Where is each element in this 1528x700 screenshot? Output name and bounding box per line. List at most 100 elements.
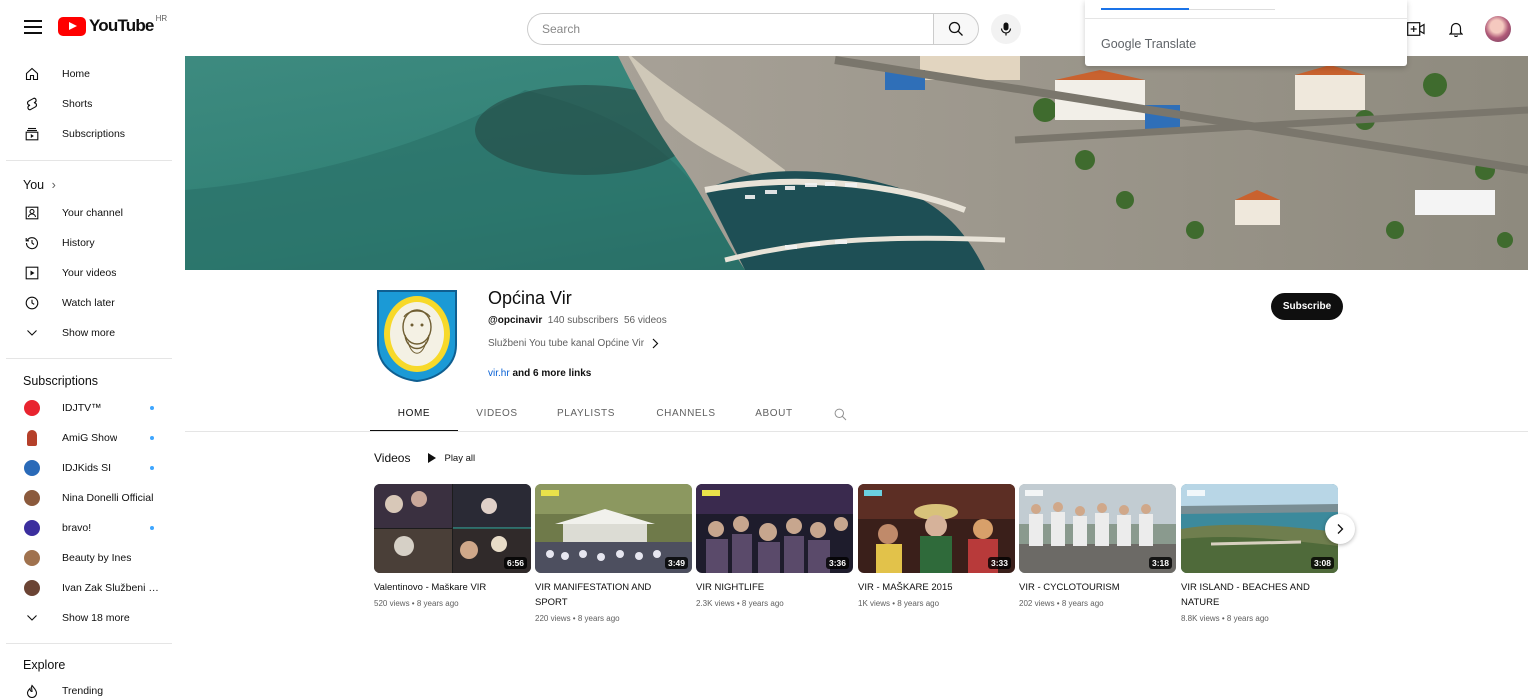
tab-about[interactable]: ABOUT [736, 400, 812, 432]
tab-home[interactable]: HOME [370, 400, 458, 432]
video-thumbnail[interactable]: 3:33 [858, 484, 1015, 573]
google-wordmark: Google [1101, 37, 1142, 51]
more-links-link[interactable]: and 6 more links [512, 368, 591, 379]
subscription-item[interactable]: IDJKids SI [12, 455, 172, 481]
video-title[interactable]: VIR NIGHTLIFE [696, 580, 846, 595]
sidebar-item-your-channel[interactable]: Your channel [12, 200, 172, 226]
sidebar-item-label: Show 18 more [62, 612, 130, 624]
video-card[interactable]: 3:49 VIR MANIFESTATION AND SPORT 220 vie… [535, 484, 692, 623]
video-count: 56 videos [623, 315, 667, 326]
sidebar-item-trending[interactable]: Trending [12, 678, 172, 700]
subscription-item[interactable]: Beauty by Ines [12, 545, 172, 571]
subscription-item[interactable]: Nina Donelli Official [12, 485, 172, 511]
channel-avatar[interactable] [374, 287, 460, 383]
video-card[interactable]: 3:18 VIR - CYCLOTOURISM 202 views • 8 ye… [1019, 484, 1176, 608]
search-input[interactable] [527, 13, 933, 45]
tab-playlists[interactable]: PLAYLISTS [536, 400, 636, 432]
channel-avatar-idjkids [24, 460, 40, 476]
you-section-title[interactable]: You › [23, 178, 56, 192]
subscribe-button[interactable]: Subscribe [1271, 293, 1343, 320]
translate-divider [1085, 18, 1407, 19]
sidebar-divider [6, 358, 172, 359]
channel-website-link[interactable]: vir.hr [488, 368, 510, 379]
video-card[interactable]: 6:56 Valentinovo - Maškare VIR 520 views… [374, 484, 531, 608]
history-icon [24, 235, 40, 251]
logo-text: YouTube [89, 16, 154, 35]
new-content-dot [150, 466, 154, 470]
sidebar-item-shorts[interactable]: Shorts [12, 91, 172, 117]
video-title[interactable]: VIR - MAŠKARE 2015 [858, 580, 1008, 595]
video-duration: 3:18 [1148, 557, 1172, 569]
video-card[interactable]: 3:33 VIR - MAŠKARE 2015 1K views • 8 yea… [858, 484, 1015, 608]
video-title[interactable]: VIR MANIFESTATION AND SPORT [535, 580, 685, 610]
create-video-icon [1407, 22, 1425, 36]
video-title[interactable]: VIR - CYCLOTOURISM [1019, 580, 1169, 595]
account-avatar[interactable] [1485, 16, 1511, 42]
channel-name: Općina Vir [488, 288, 572, 308]
video-card[interactable]: 3:36 VIR NIGHTLIFE 2.3K views • 8 years … [696, 484, 853, 608]
notifications-button[interactable] [1445, 18, 1467, 40]
chevron-right-icon [1337, 524, 1344, 534]
menu-icon[interactable] [24, 20, 42, 34]
sidebar-item-label: Trending [62, 685, 104, 697]
video-title[interactable]: Valentinovo - Maškare VIR [374, 580, 524, 595]
create-button[interactable] [1405, 18, 1427, 40]
sidebar-item-label: Your channel [62, 207, 123, 219]
subscription-item[interactable]: bravo! [12, 515, 172, 541]
sidebar-item-label: Subscriptions [62, 128, 126, 140]
sidebar-item-label: Your videos [62, 267, 117, 279]
tab-search[interactable] [812, 400, 868, 432]
channel-description[interactable]: Službeni You tube kanal Općine Vir [488, 338, 659, 349]
subscription-item[interactable]: AmiG Show [12, 425, 172, 451]
video-thumbnail[interactable]: 3:49 [535, 484, 692, 573]
sidebar-item-subscriptions[interactable]: Subscriptions [12, 121, 172, 147]
sidebar-item-show-more-subscriptions[interactable]: Show 18 more [12, 605, 172, 631]
video-card[interactable]: 3:08 VIR ISLAND - BEACHES AND NATURE 8.8… [1181, 484, 1338, 623]
country-code: HR [155, 13, 168, 23]
watch-later-icon [24, 295, 40, 311]
translate-tab[interactable] [1189, 9, 1275, 10]
channel-banner [185, 50, 1528, 270]
video-thumbnail[interactable]: 3:36 [696, 484, 853, 573]
video-thumbnail[interactable]: 6:56 [374, 484, 531, 573]
videos-shelf-title[interactable]: Videos [374, 451, 410, 465]
subscription-item[interactable]: IDJTV™ [12, 395, 172, 421]
sidebar-item-home[interactable]: Home [12, 61, 172, 87]
sidebar: Home Shorts Subscriptions You › Your cha… [0, 56, 184, 700]
subscription-item[interactable]: Ivan Zak Službeni k... [12, 575, 172, 601]
videos-shelf-header: Videos Play all [374, 451, 475, 465]
channel-avatar-bravo [24, 520, 40, 536]
new-content-dot [150, 526, 154, 530]
play-all-button[interactable]: Play all [428, 453, 475, 464]
tab-videos[interactable]: VIDEOS [458, 400, 536, 432]
google-translate-brand: Google Translate [1101, 37, 1196, 51]
translate-tab-active[interactable] [1101, 8, 1189, 10]
youtube-logo[interactable]: YouTube HR [58, 14, 167, 38]
sidebar-item-label: Show more [62, 327, 116, 339]
subscriptions-section-title: Subscriptions [23, 374, 99, 388]
sidebar-item-history[interactable]: History [12, 230, 172, 256]
channel-handle: @opcinavir [488, 315, 543, 326]
sidebar-item-label: Shorts [62, 98, 93, 110]
sidebar-item-your-videos[interactable]: Your videos [12, 260, 172, 286]
subscription-label: Beauty by Ines [62, 552, 132, 564]
video-meta: 2.3K views • 8 years ago [696, 599, 784, 608]
voice-search-button[interactable] [991, 14, 1021, 44]
chevron-down-icon [24, 610, 40, 626]
video-meta: 220 views • 8 years ago [535, 614, 620, 623]
video-thumbnail[interactable]: 3:18 [1019, 484, 1176, 573]
channel-links: vir.hr and 6 more links [488, 368, 591, 379]
subscription-label: Ivan Zak Službeni k... [62, 582, 162, 594]
shelf-next-button[interactable] [1325, 514, 1355, 544]
sidebar-item-watch-later[interactable]: Watch later [12, 290, 172, 316]
new-content-dot [150, 406, 154, 410]
play-icon [428, 453, 437, 463]
search-button[interactable] [933, 13, 979, 45]
sidebar-item-label: Home [62, 68, 91, 80]
sidebar-item-show-more[interactable]: Show more [12, 320, 172, 346]
video-thumbnail[interactable]: 3:08 [1181, 484, 1338, 573]
channel-meta: @opcinavir 140 subscribers 56 videos [488, 315, 667, 326]
shorts-icon [24, 96, 40, 112]
tab-channels[interactable]: CHANNELS [636, 400, 736, 432]
video-title[interactable]: VIR ISLAND - BEACHES AND NATURE [1181, 580, 1331, 610]
